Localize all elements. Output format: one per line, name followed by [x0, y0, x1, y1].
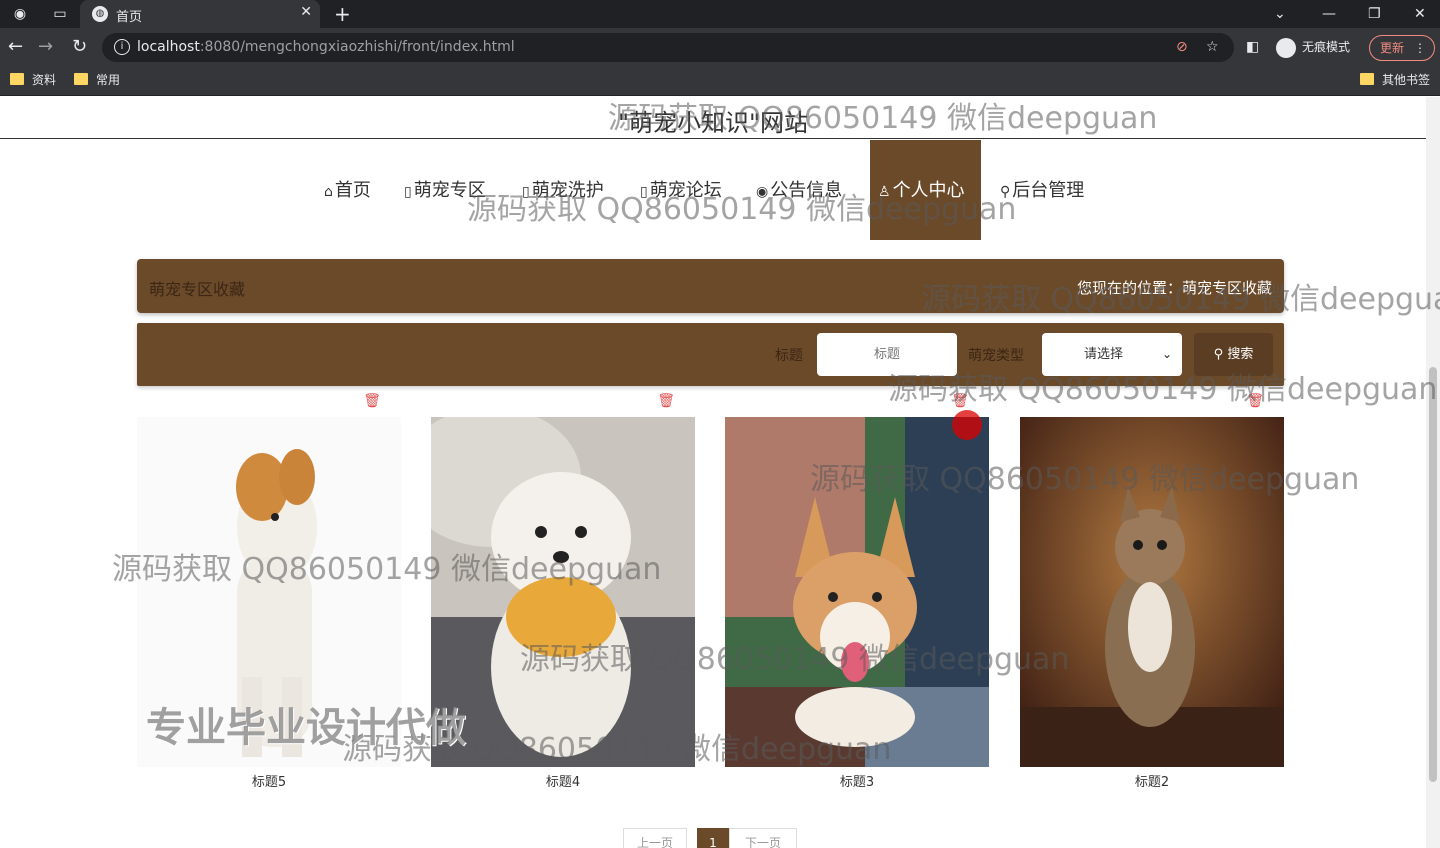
forum-icon: ▯: [640, 184, 648, 200]
bookmark-folder-changyong[interactable]: 常用: [74, 72, 120, 88]
nav-pet-grooming[interactable]: ▯ 萌宠洗护: [522, 140, 604, 240]
prev-page-button[interactable]: 上一页: [623, 828, 687, 848]
watermark-banner: 专业毕业设计代做: [146, 705, 466, 751]
bookmark-folder-ziliao[interactable]: 资料: [10, 72, 56, 88]
title-divider: [0, 138, 1426, 139]
nav-home[interactable]: ⌂ 首页: [324, 140, 371, 240]
pet-type-label: 萌宠类型: [968, 348, 1024, 364]
nav-announcements[interactable]: ◉ 公告信息: [756, 140, 842, 240]
site-info-icon[interactable]: i: [114, 39, 130, 55]
favorite-card[interactable]: 🗑 标题2: [1020, 393, 1284, 793]
home-icon: ⌂: [324, 184, 333, 200]
more-menu-icon[interactable]: ⋮: [1414, 36, 1426, 60]
tab-title: 首页: [116, 10, 143, 25]
chevron-down-icon[interactable]: ⌄: [1274, 2, 1286, 26]
url-field[interactable]: i localhost:8080/mengchongxiaozhishi/fro…: [102, 33, 1234, 62]
page-scrollbar[interactable]: [1426, 97, 1440, 848]
search-button[interactable]: ⚲ 搜索: [1194, 333, 1273, 376]
current-page[interactable]: 1: [697, 828, 729, 848]
folder-icon: [1360, 73, 1374, 85]
reload-icon[interactable]: ↻: [72, 36, 87, 58]
favorite-card[interactable]: 🗑 标题4: [431, 393, 695, 793]
profile-icon[interactable]: ◉: [8, 2, 32, 26]
incognito-label: 无痕模式: [1302, 40, 1351, 54]
scrollbar-thumb[interactable]: [1429, 367, 1437, 782]
cursor-click-indicator: [952, 410, 982, 440]
page-viewport: "萌宠小知识"网站 ⌂ 首页 ▯ 萌宠专区 ▯ 萌宠洗护 ▯ 萌宠论坛 ◉ 公告信息 ♙ 个…: [0, 97, 1440, 848]
other-bookmarks[interactable]: 其他书签: [1360, 72, 1430, 88]
address-bar-row: ← → ↻ i localhost:8080/mengchongxiaozhis…: [0, 28, 1440, 66]
nav-personal-center[interactable]: ♙ 个人中心: [870, 140, 981, 240]
favorite-card[interactable]: 🗑 标题3: [725, 393, 989, 793]
search-panel: 标题 萌宠类型 请选择⌄ ⚲ 搜索: [137, 323, 1284, 386]
close-window-icon[interactable]: ✕: [1414, 2, 1426, 26]
close-tab-icon[interactable]: ✕: [300, 4, 312, 20]
new-tab-icon[interactable]: +: [334, 2, 351, 26]
trash-icon[interactable]: 🗑: [951, 393, 969, 409]
next-page-button[interactable]: 下一页: [729, 828, 797, 848]
sidepanel-icon[interactable]: ◧: [1246, 36, 1259, 58]
card-caption[interactable]: 标题5: [137, 771, 401, 790]
pet-image-dog-puppy[interactable]: [431, 417, 695, 767]
globe-icon: ◍: [92, 6, 108, 22]
site-title: "萌宠小知识"网站: [617, 109, 809, 137]
title-label: 标题: [775, 348, 803, 364]
trash-icon[interactable]: 🗑: [363, 393, 381, 409]
search-icon: ⚲: [1213, 347, 1228, 362]
nav-admin[interactable]: ⚲ 后台管理: [1000, 140, 1084, 240]
browser-tab[interactable]: ◍ 首页 ✕: [80, 0, 320, 28]
nav-pet-forum[interactable]: ▯ 萌宠论坛: [640, 140, 722, 240]
nav-pet-zone[interactable]: ▯ 萌宠专区: [404, 140, 486, 240]
tab-search-icon[interactable]: ▭: [48, 2, 72, 26]
bookmarks-bar: 资料 常用 其他书签: [0, 66, 1440, 96]
notice-icon: ◉: [756, 184, 769, 200]
breadcrumb-location: 您现在的位置：萌宠专区收藏: [1076, 279, 1272, 297]
update-button[interactable]: 更新 ⋮: [1369, 35, 1435, 61]
pet-image-cat[interactable]: [1020, 417, 1284, 767]
bookmark-star-icon[interactable]: ☆: [1206, 39, 1219, 55]
blocked-popup-icon[interactable]: ⊘: [1176, 39, 1188, 55]
link-icon: ⚲: [1000, 184, 1011, 200]
section-title: 萌宠专区收藏: [149, 280, 246, 299]
trash-icon[interactable]: 🗑: [1246, 393, 1264, 409]
incognito-indicator[interactable]: 无痕模式: [1276, 34, 1350, 60]
title-search-input[interactable]: [817, 333, 957, 376]
pet-type-select[interactable]: 请选择 ⌄: [1042, 333, 1182, 376]
forward-icon[interactable]: →: [38, 36, 53, 58]
breadcrumb: 萌宠专区收藏 您现在的位置：萌宠专区收藏: [137, 259, 1284, 313]
user-icon: ♙: [878, 184, 891, 200]
grid-icon: ▯: [404, 184, 412, 200]
card-caption[interactable]: 标题2: [1020, 771, 1284, 790]
restore-icon[interactable]: ❐: [1368, 2, 1381, 26]
trash-icon[interactable]: 🗑: [657, 393, 675, 409]
browser-tab-strip: ◉ ▭ ◍ 首页 ✕ + ⌄ — ❐ ✕: [0, 0, 1440, 28]
card-caption[interactable]: 标题3: [725, 771, 989, 790]
card-caption[interactable]: 标题4: [431, 771, 695, 790]
folder-icon: [10, 73, 24, 85]
minimize-icon[interactable]: —: [1322, 2, 1336, 26]
url-text: localhost:8080/mengchongxiaozhishi/front…: [137, 39, 515, 55]
folder-icon: [74, 73, 88, 85]
grid-icon: ▯: [522, 184, 530, 200]
back-icon[interactable]: ←: [8, 36, 23, 58]
incognito-icon: [1276, 37, 1296, 58]
chevron-down-icon: ⌄: [1161, 347, 1172, 361]
pet-image-corgi[interactable]: [725, 417, 989, 767]
